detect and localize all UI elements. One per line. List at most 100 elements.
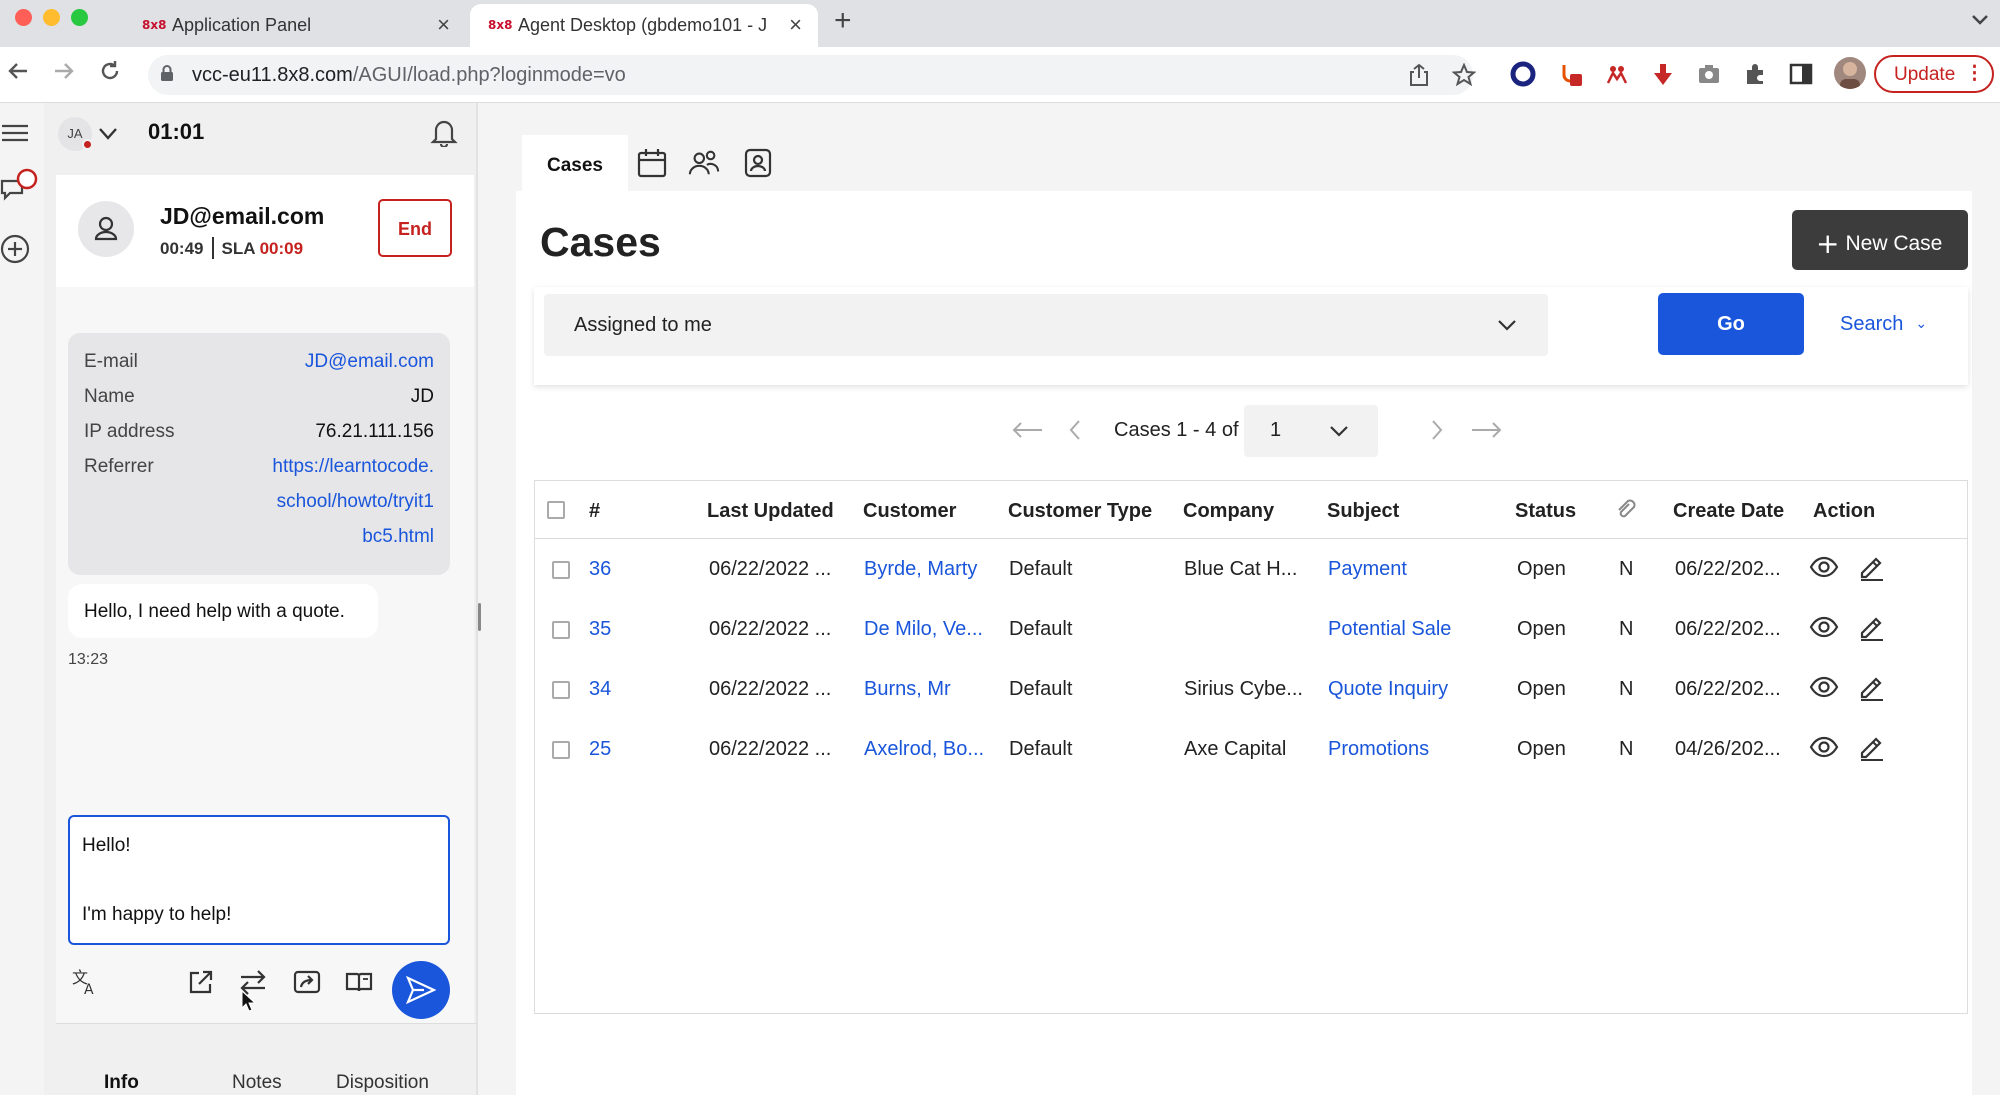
new-case-button[interactable]: + New Case [1792,210,1968,270]
info-value-link[interactable]: bc5.html [362,526,434,548]
translate-icon[interactable]: 文A [70,967,100,997]
chat-notification-icon[interactable] [0,167,40,207]
row-checkbox[interactable] [552,561,570,579]
info-value-link[interactable]: https://learntocode. [272,456,434,478]
cell-subject-link[interactable]: Potential Sale [1328,618,1451,641]
cell-customer-link[interactable]: Byrde, Marty [864,558,977,581]
case-id-link[interactable]: 36 [589,558,611,581]
hamburger-menu-icon[interactable] [2,123,28,143]
camera-icon[interactable] [1696,61,1722,87]
forward-icon[interactable] [52,59,76,89]
edit-pencil-icon[interactable] [1857,672,1887,702]
message-compose-input[interactable]: Hello! I'm happy to help! [68,815,450,945]
cell-subject-link[interactable]: Payment [1328,558,1407,581]
send-icon [406,976,436,1004]
table-row[interactable]: 25 06/22/2022 ... Axelrod, Bo... Default Axe… [535,720,1967,780]
browser-tab-agent-desktop[interactable]: 8x8 Agent Desktop (gbdemo101 - J × [470,4,818,47]
agent-status-avatar[interactable]: JA [58,117,93,151]
compose-toolbar: 文A [56,953,476,1019]
view-eye-icon[interactable] [1809,732,1839,762]
previous-page-icon[interactable] [1068,419,1082,441]
tab-search-chevron-icon[interactable] [1970,10,1990,33]
cell-customer-link[interactable]: Burns, Mr [864,678,951,701]
new-tab-button[interactable]: + [834,4,852,38]
search-toggle[interactable]: Search ⌄ [1840,313,1927,336]
column-header-customer[interactable]: Customer [863,500,956,523]
minimize-window-button[interactable] [43,9,60,26]
reload-icon[interactable] [98,59,122,89]
forward-share-icon[interactable] [292,967,322,997]
share-icon[interactable] [1408,63,1430,87]
more-menu-icon[interactable]: ⋮ [1965,62,1984,85]
profile-avatar[interactable] [1834,57,1866,89]
case-id-link[interactable]: 35 [589,618,611,641]
cell-subject-link[interactable]: Promotions [1328,738,1429,761]
column-header-company[interactable]: Company [1183,500,1274,523]
contacts-group-icon[interactable] [688,147,720,179]
last-page-icon[interactable] [1470,421,1502,439]
cell-customer-link[interactable]: De Milo, Ve... [864,618,983,641]
tab-disposition[interactable]: Disposition [336,1072,429,1094]
8x8-favicon-icon: 8x8 [142,18,167,32]
column-header-number[interactable]: # [589,500,600,523]
extension-arrow-icon[interactable] [1650,61,1676,87]
open-external-icon[interactable] [186,967,216,997]
info-value-link[interactable]: JD@email.com [305,351,434,373]
browser-tab-application-panel[interactable]: 8x8 Application Panel × [124,4,466,47]
resize-handle[interactable] [478,603,481,631]
edit-pencil-icon[interactable] [1857,732,1887,762]
extension-people-icon[interactable] [1604,61,1630,87]
add-circle-icon[interactable] [0,233,32,265]
bell-icon[interactable] [430,117,458,147]
contact-card-icon[interactable] [742,147,774,179]
table-row[interactable]: 35 06/22/2022 ... De Milo, Ve... Default Pot… [535,600,1967,660]
go-button[interactable]: Go [1658,293,1804,355]
column-header-status[interactable]: Status [1515,500,1576,523]
page-number-select[interactable]: 1 [1244,405,1378,457]
back-icon[interactable] [6,59,30,89]
tab-cases[interactable]: Cases [522,135,628,195]
column-header-customer-type[interactable]: Customer Type [1008,500,1152,523]
bookmark-star-icon[interactable] [1452,63,1476,87]
send-message-button[interactable] [392,961,450,1019]
maximize-window-button[interactable] [71,9,88,26]
select-all-checkbox[interactable] [547,501,565,519]
column-header-last-updated[interactable]: Last Updated [707,500,834,523]
close-tab-icon[interactable]: × [789,12,802,38]
info-value-link[interactable]: school/howto/tryit1 [277,491,434,513]
cell-customer-link[interactable]: Axelrod, Bo... [864,738,984,761]
row-checkbox[interactable] [552,741,570,759]
case-filter-dropdown[interactable]: Assigned to me [544,294,1548,356]
tab-notes[interactable]: Notes [232,1072,282,1094]
case-id-link[interactable]: 34 [589,678,611,701]
view-eye-icon[interactable] [1809,612,1839,642]
column-header-subject[interactable]: Subject [1327,500,1399,523]
cell-subject-link[interactable]: Quote Inquiry [1328,678,1448,701]
chevron-down-icon[interactable] [98,127,118,141]
extension-circle-icon[interactable] [1510,61,1536,87]
table-row[interactable]: 34 06/22/2022 ... Burns, Mr Default Sirius C… [535,660,1967,720]
knowledge-book-icon[interactable] [344,967,374,997]
close-tab-icon[interactable]: × [437,12,450,38]
side-panel-icon[interactable] [1788,61,1814,87]
address-bar[interactable]: vcc-eu11.8x8.com/AGUI/load.php?loginmode… [148,55,1476,95]
extensions-puzzle-icon[interactable] [1742,61,1768,87]
view-eye-icon[interactable] [1809,552,1839,582]
case-id-link[interactable]: 25 [589,738,611,761]
extension-badge-icon[interactable] [1558,61,1584,87]
tab-info[interactable]: Info [104,1072,139,1094]
view-eye-icon[interactable] [1809,672,1839,702]
row-checkbox[interactable] [552,681,570,699]
calendar-icon[interactable] [636,147,668,179]
first-page-icon[interactable] [1012,421,1044,439]
edit-pencil-icon[interactable] [1857,612,1887,642]
chat-transcript[interactable]: E-mail JD@email.com Name JD IP address 7… [56,287,474,802]
edit-pencil-icon[interactable] [1857,552,1887,582]
row-checkbox[interactable] [552,621,570,639]
next-page-icon[interactable] [1430,419,1444,441]
close-window-button[interactable] [15,9,32,26]
end-interaction-button[interactable]: End [378,199,452,257]
table-row[interactable]: 36 06/22/2022 ... Byrde, Marty Default Blue … [535,540,1967,600]
column-header-create-date[interactable]: Create Date [1673,500,1784,523]
update-browser-button[interactable]: Update ⋮ [1874,55,1994,93]
